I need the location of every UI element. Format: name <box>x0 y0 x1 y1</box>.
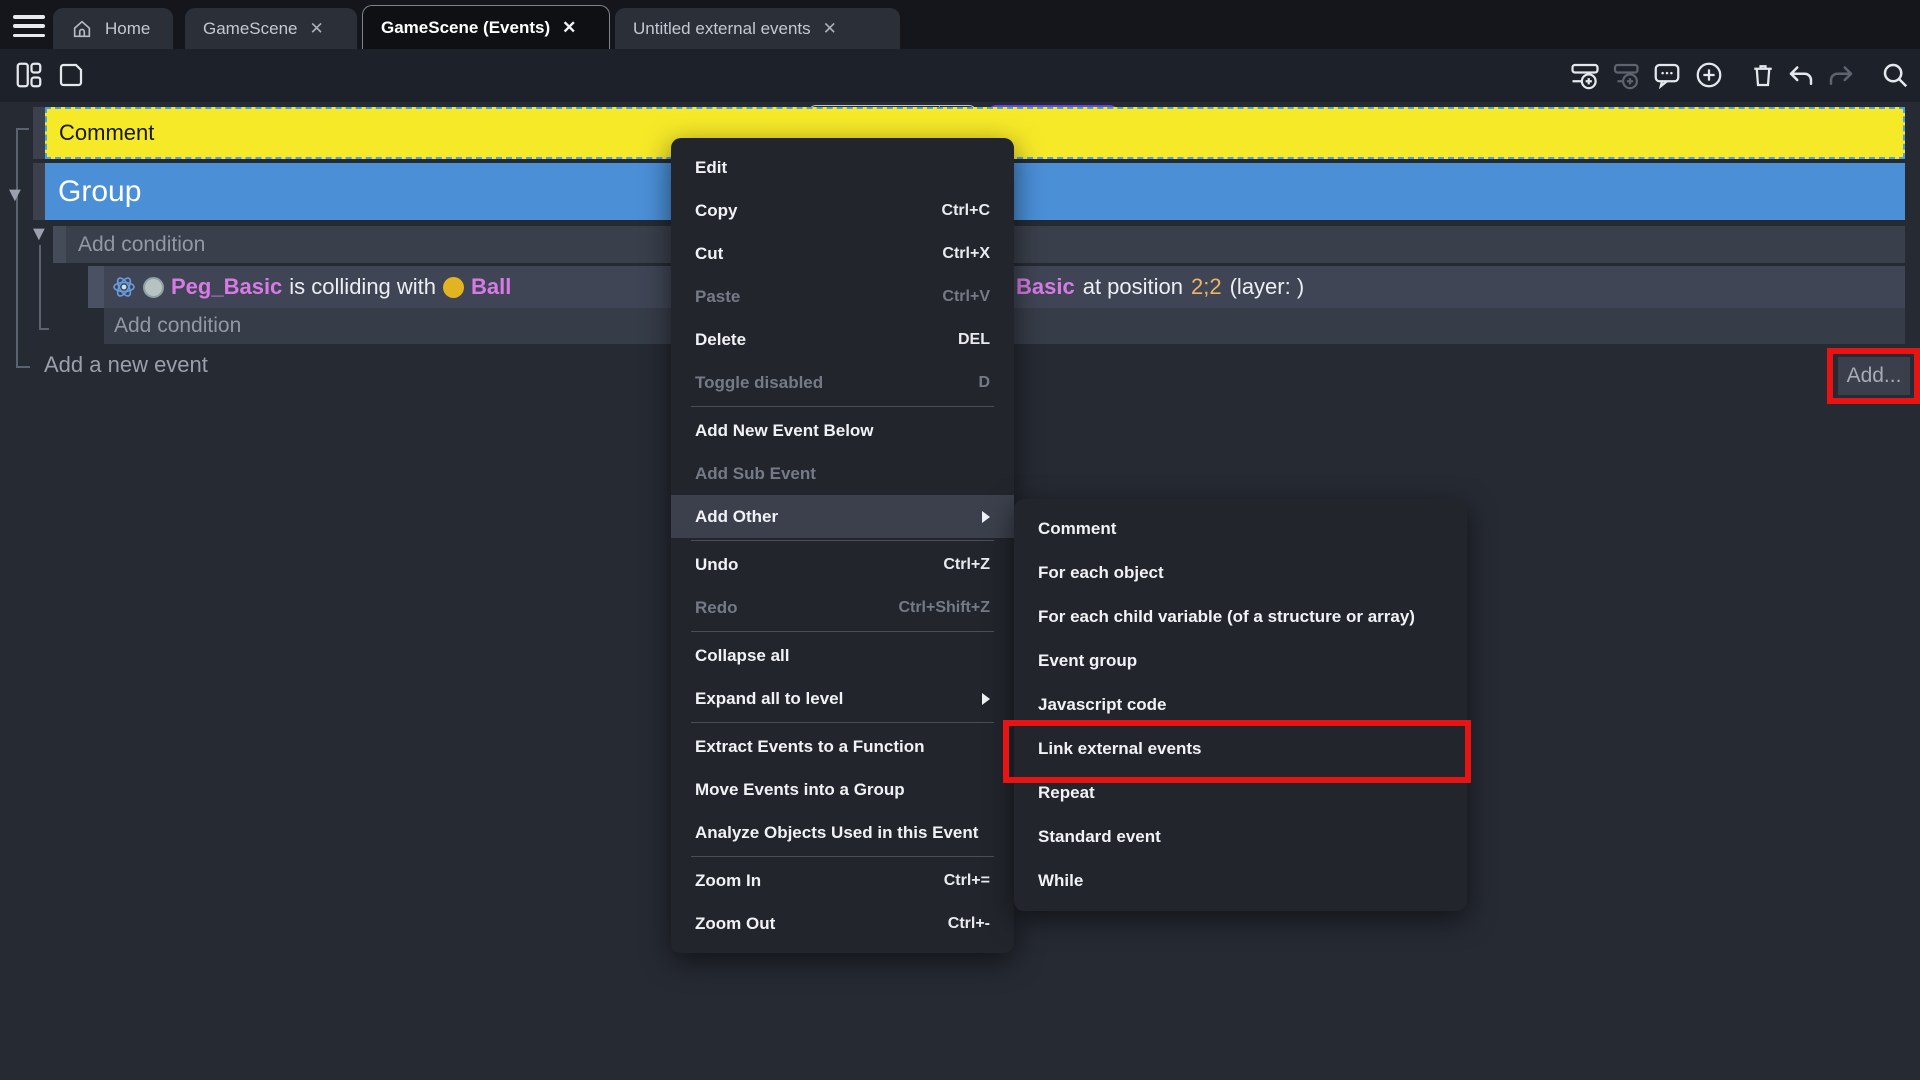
tab-home-label: Home <box>105 19 150 39</box>
menu-item-add-other[interactable]: Add Other <box>671 495 1014 538</box>
tab-bar: Home GameScene ✕ GameScene (Events) ✕ Un… <box>0 0 1920 49</box>
context-menu: Edit CopyCtrl+C CutCtrl+X PasteCtrl+V De… <box>671 138 1014 953</box>
menu-item-delete[interactable]: DeleteDEL <box>671 318 1014 361</box>
comment-event-text: Comment <box>45 120 154 146</box>
tree-line <box>39 245 41 330</box>
add-sub-event-icon <box>1610 60 1640 90</box>
menu-item-add-new-event-below[interactable]: Add New Event Below <box>671 409 1014 452</box>
menu-item-toggle-disabled: Toggle disabledD <box>671 361 1014 404</box>
group-event-text: Group <box>45 175 141 209</box>
menu-item-paste: PasteCtrl+V <box>671 275 1014 318</box>
menu-item-expand-all-to-level[interactable]: Expand all to level <box>671 677 1014 720</box>
close-icon[interactable]: ✕ <box>310 20 324 37</box>
close-icon[interactable]: ✕ <box>823 20 837 37</box>
collapse-arrow-icon[interactable]: ▼ <box>5 185 25 205</box>
submenu-item-javascript-code[interactable]: Javascript code <box>1014 683 1467 727</box>
menu-item-zoom-in[interactable]: Zoom InCtrl+= <box>671 859 1014 902</box>
tab-untitled-external-events-label: Untitled external events <box>633 19 811 39</box>
menu-divider <box>691 722 994 723</box>
trash-icon[interactable] <box>1748 60 1778 90</box>
menu-item-collapse-all[interactable]: Collapse all <box>671 634 1014 677</box>
condition-text: is colliding with <box>289 274 436 300</box>
menu-item-cut[interactable]: CutCtrl+X <box>671 232 1014 275</box>
ball-object-icon <box>443 277 464 298</box>
save-icon[interactable] <box>56 60 86 90</box>
tab-gamescene-label: GameScene <box>203 19 298 39</box>
action-text: at position <box>1083 274 1183 300</box>
event-drag-handle[interactable] <box>33 163 45 220</box>
tab-gamescene-events-label: GameScene (Events) <box>381 18 550 38</box>
undo-icon[interactable] <box>1786 60 1816 90</box>
submenu-item-standard-event[interactable]: Standard event <box>1014 815 1467 859</box>
menu-item-add-sub-event: Add Sub Event <box>671 452 1014 495</box>
menu-item-copy[interactable]: CopyCtrl+C <box>671 189 1014 232</box>
action-layer-text: (layer: ) <box>1230 274 1305 300</box>
physics-behavior-icon <box>112 275 136 299</box>
submenu-item-repeat[interactable]: Repeat <box>1014 771 1467 815</box>
submenu-item-link-external-events[interactable]: Link external events <box>1014 727 1467 771</box>
condition-object-1: Peg_Basic <box>171 274 282 300</box>
toolbar: Preview Publish <box>0 49 1920 102</box>
event-drag-handle[interactable] <box>88 266 104 308</box>
menu-divider <box>691 631 994 632</box>
add-condition-link[interactable]: Add condition <box>104 314 241 338</box>
tab-untitled-external-events[interactable]: Untitled external events ✕ <box>615 8 900 49</box>
submenu-arrow-icon <box>982 693 990 705</box>
main-menu-icon[interactable] <box>13 15 45 37</box>
tab-gamescene[interactable]: GameScene ✕ <box>185 8 357 49</box>
tree-line <box>39 328 49 330</box>
tree-line <box>16 128 18 368</box>
menu-item-edit[interactable]: Edit <box>671 146 1014 189</box>
peg-basic-object-icon <box>143 277 164 298</box>
collapse-arrow-icon[interactable]: ▼ <box>29 224 49 244</box>
menu-item-undo[interactable]: UndoCtrl+Z <box>671 543 1014 586</box>
submenu-item-while[interactable]: While <box>1014 859 1467 903</box>
event-drag-handle[interactable] <box>53 226 66 263</box>
menu-divider <box>691 540 994 541</box>
search-icon[interactable] <box>1880 60 1910 90</box>
menu-divider <box>691 406 994 407</box>
add-event-icon[interactable] <box>1570 60 1600 90</box>
submenu-item-for-each-object[interactable]: For each object <box>1014 551 1467 595</box>
menu-item-zoom-out[interactable]: Zoom OutCtrl+- <box>671 902 1014 945</box>
action-object-fragment: Basic <box>1016 274 1075 300</box>
menu-item-redo: RedoCtrl+Shift+Z <box>671 586 1014 629</box>
action-position-value: 2;2 <box>1191 274 1222 300</box>
add-comment-icon[interactable] <box>1652 60 1682 90</box>
action-row[interactable]: Basic at position 2;2 (layer: ) <box>1016 266 1304 308</box>
add-other-submenu: Comment For each object For each child v… <box>1014 499 1467 911</box>
event-drag-handle[interactable] <box>33 107 45 159</box>
add-condition-link[interactable]: Add condition <box>66 233 205 257</box>
add-button[interactable]: Add... <box>1838 357 1910 395</box>
menu-divider <box>691 856 994 857</box>
condition-object-2: Ball <box>471 274 511 300</box>
tab-home[interactable]: Home <box>53 8 173 49</box>
submenu-item-event-group[interactable]: Event group <box>1014 639 1467 683</box>
editor-layout-icon[interactable] <box>14 60 44 90</box>
tab-gamescene-events[interactable]: GameScene (Events) ✕ <box>362 5 610 49</box>
tree-line <box>16 366 30 368</box>
redo-icon <box>1826 60 1856 90</box>
menu-item-analyze-objects[interactable]: Analyze Objects Used in this Event <box>671 811 1014 854</box>
home-icon <box>71 18 93 40</box>
menu-item-move-events-into-group[interactable]: Move Events into a Group <box>671 768 1014 811</box>
submenu-item-for-each-child-variable[interactable]: For each child variable (of a structure … <box>1014 595 1467 639</box>
close-icon[interactable]: ✕ <box>562 19 576 36</box>
tree-line <box>16 128 29 130</box>
add-new-event-link[interactable]: Add a new event <box>44 352 208 378</box>
add-circle-icon[interactable] <box>1694 60 1724 90</box>
submenu-item-comment[interactable]: Comment <box>1014 507 1467 551</box>
submenu-arrow-icon <box>982 511 990 523</box>
menu-item-extract-events-to-function[interactable]: Extract Events to a Function <box>671 725 1014 768</box>
